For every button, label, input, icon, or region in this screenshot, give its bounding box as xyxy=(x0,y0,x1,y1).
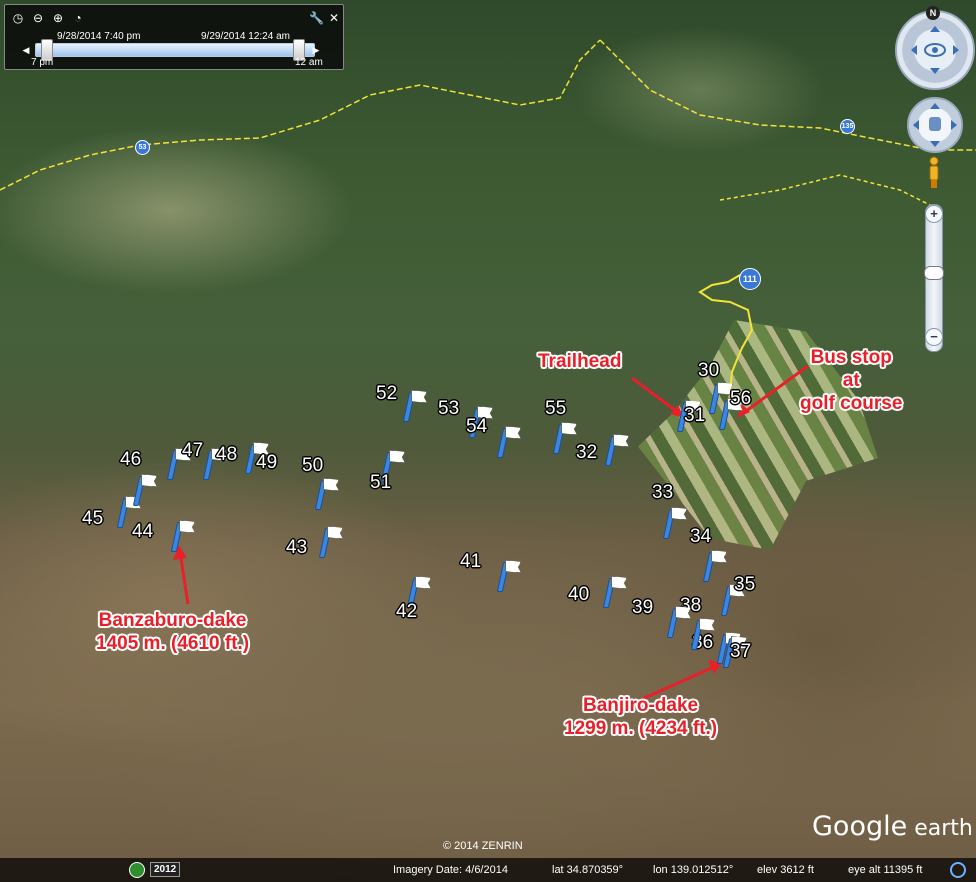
waypoint-label: 34 xyxy=(690,526,712,547)
waypoint-flag-icon[interactable] xyxy=(602,574,627,608)
eye-altitude-readout: eye alt 11395 ft xyxy=(848,864,923,876)
waypoint-label: 45 xyxy=(82,508,104,529)
waypoint-label: 53 xyxy=(438,398,460,419)
waypoint-label: 35 xyxy=(734,574,756,595)
annotation-banjiro: Banjiro-dake 1299 m. (4234 ft.) xyxy=(564,695,718,739)
time-max-label: 12 am xyxy=(295,57,323,68)
historical-imagery-icon[interactable] xyxy=(129,862,145,878)
elevation-readout: elev 3612 ft xyxy=(757,864,814,876)
zoom-out-time-icon[interactable]: ⊖ xyxy=(31,11,45,25)
waypoint-flag-icon[interactable] xyxy=(132,472,157,506)
street-view-pegman-icon[interactable] xyxy=(926,156,942,190)
hand-icon xyxy=(913,103,957,147)
waypoint-label: 39 xyxy=(632,597,654,618)
zoom-out-button[interactable]: − xyxy=(925,328,943,346)
waypoint-flag-icon[interactable] xyxy=(702,548,727,582)
step-forward-icon[interactable]: ▶ xyxy=(309,43,323,57)
red-pointer-banzaburo xyxy=(178,551,190,605)
waypoint-label: 50 xyxy=(302,455,324,476)
zoom-in-button[interactable]: + xyxy=(925,205,943,223)
eye-icon xyxy=(911,26,959,74)
settings-wrench-icon[interactable]: 🔧 xyxy=(309,11,324,25)
route-111-badge: 111 xyxy=(739,268,761,290)
waypoint-flag-icon[interactable] xyxy=(496,424,521,458)
annotation-banzaburo: Banzaburo-dake 1405 m. (4610 ft.) xyxy=(96,610,250,654)
copyright-text: © 2014 ZENRIN xyxy=(443,840,523,852)
waypoint-label: 37 xyxy=(730,641,752,662)
waypoint-flag-icon[interactable] xyxy=(666,604,691,638)
waypoint-label: 30 xyxy=(698,360,720,381)
waypoint-label: 46 xyxy=(120,449,142,470)
time-min-label: 7 pm xyxy=(31,57,54,68)
imagery-date: Imagery Date: 4/6/2014 xyxy=(393,864,508,876)
move-control[interactable] xyxy=(907,97,963,153)
waypoint-label: 31 xyxy=(684,405,706,426)
waypoint-flag-icon[interactable] xyxy=(496,558,521,592)
waypoint-label: 47 xyxy=(182,440,204,461)
zoom-in-time-icon[interactable]: ⊕ xyxy=(51,11,65,25)
time-end-label: 9/29/2014 12:24 am xyxy=(201,31,290,42)
waypoint-label: 41 xyxy=(460,551,482,572)
status-bar: Imagery Date: 4/6/2014 lat 34.870359° lo… xyxy=(0,858,976,882)
waypoint-flag-icon[interactable] xyxy=(314,476,339,510)
waypoint-flag-icon[interactable] xyxy=(604,432,629,466)
red-pointer-bus xyxy=(741,364,809,416)
waypoint-flag-icon[interactable] xyxy=(552,420,577,454)
annotation-trailhead: Trailhead xyxy=(538,351,622,372)
red-pointer-trailhead xyxy=(631,376,681,416)
streaming-status-icon xyxy=(950,862,966,878)
time-range-track[interactable] xyxy=(35,43,315,57)
road-east-2 xyxy=(719,174,941,211)
waypoint-flag-icon[interactable] xyxy=(318,524,343,558)
waypoint-label: 32 xyxy=(576,442,598,463)
time-slider-panel: ◷ ⊖ ⊕ ◔ 🔧 ✕ 9/28/2014 7:40 pm 9/29/2014 … xyxy=(4,4,344,70)
waypoint-label: 43 xyxy=(286,537,308,558)
waypoint-label: 56 xyxy=(730,388,752,409)
look-around-control[interactable] xyxy=(895,10,975,90)
road-layer xyxy=(0,39,976,702)
waypoint-label: 49 xyxy=(256,452,278,473)
route-53-badge: 53 xyxy=(135,140,150,155)
clock-icon[interactable]: ◷ xyxy=(11,11,25,25)
north-indicator[interactable]: N xyxy=(926,6,940,20)
annotation-bus-stop: Bus stop at golf course xyxy=(800,347,903,414)
latitude-readout: lat 34.870359° xyxy=(552,864,624,876)
google-earth-logo: Google earth xyxy=(812,811,973,842)
waypoint-flag-icon[interactable] xyxy=(170,518,195,552)
waypoint-label: 55 xyxy=(545,398,567,419)
waypoint-flag-icon[interactable] xyxy=(402,388,427,422)
waypoint-label: 40 xyxy=(568,584,590,605)
waypoint-label: 54 xyxy=(466,416,488,437)
imagery-year-badge[interactable]: 2012 xyxy=(150,862,181,877)
waypoint-label: 51 xyxy=(370,472,392,493)
waypoint-flag-icon[interactable] xyxy=(662,505,687,539)
waypoint-flag-icon[interactable] xyxy=(690,616,715,650)
zoom-thumb[interactable] xyxy=(924,266,944,280)
time-start-label: 9/28/2014 7:40 pm xyxy=(57,31,141,42)
longitude-readout: lon 139.012512° xyxy=(653,864,734,876)
play-icon[interactable]: ◔ xyxy=(71,11,85,25)
waypoint-label: 52 xyxy=(376,383,398,404)
route-135-badge: 135 xyxy=(840,119,855,134)
waypoint-label: 33 xyxy=(652,482,674,503)
step-back-icon[interactable]: ◀ xyxy=(19,43,33,57)
waypoint-label: 42 xyxy=(396,601,418,622)
waypoint-label: 48 xyxy=(216,444,238,465)
close-icon[interactable]: ✕ xyxy=(327,11,341,25)
